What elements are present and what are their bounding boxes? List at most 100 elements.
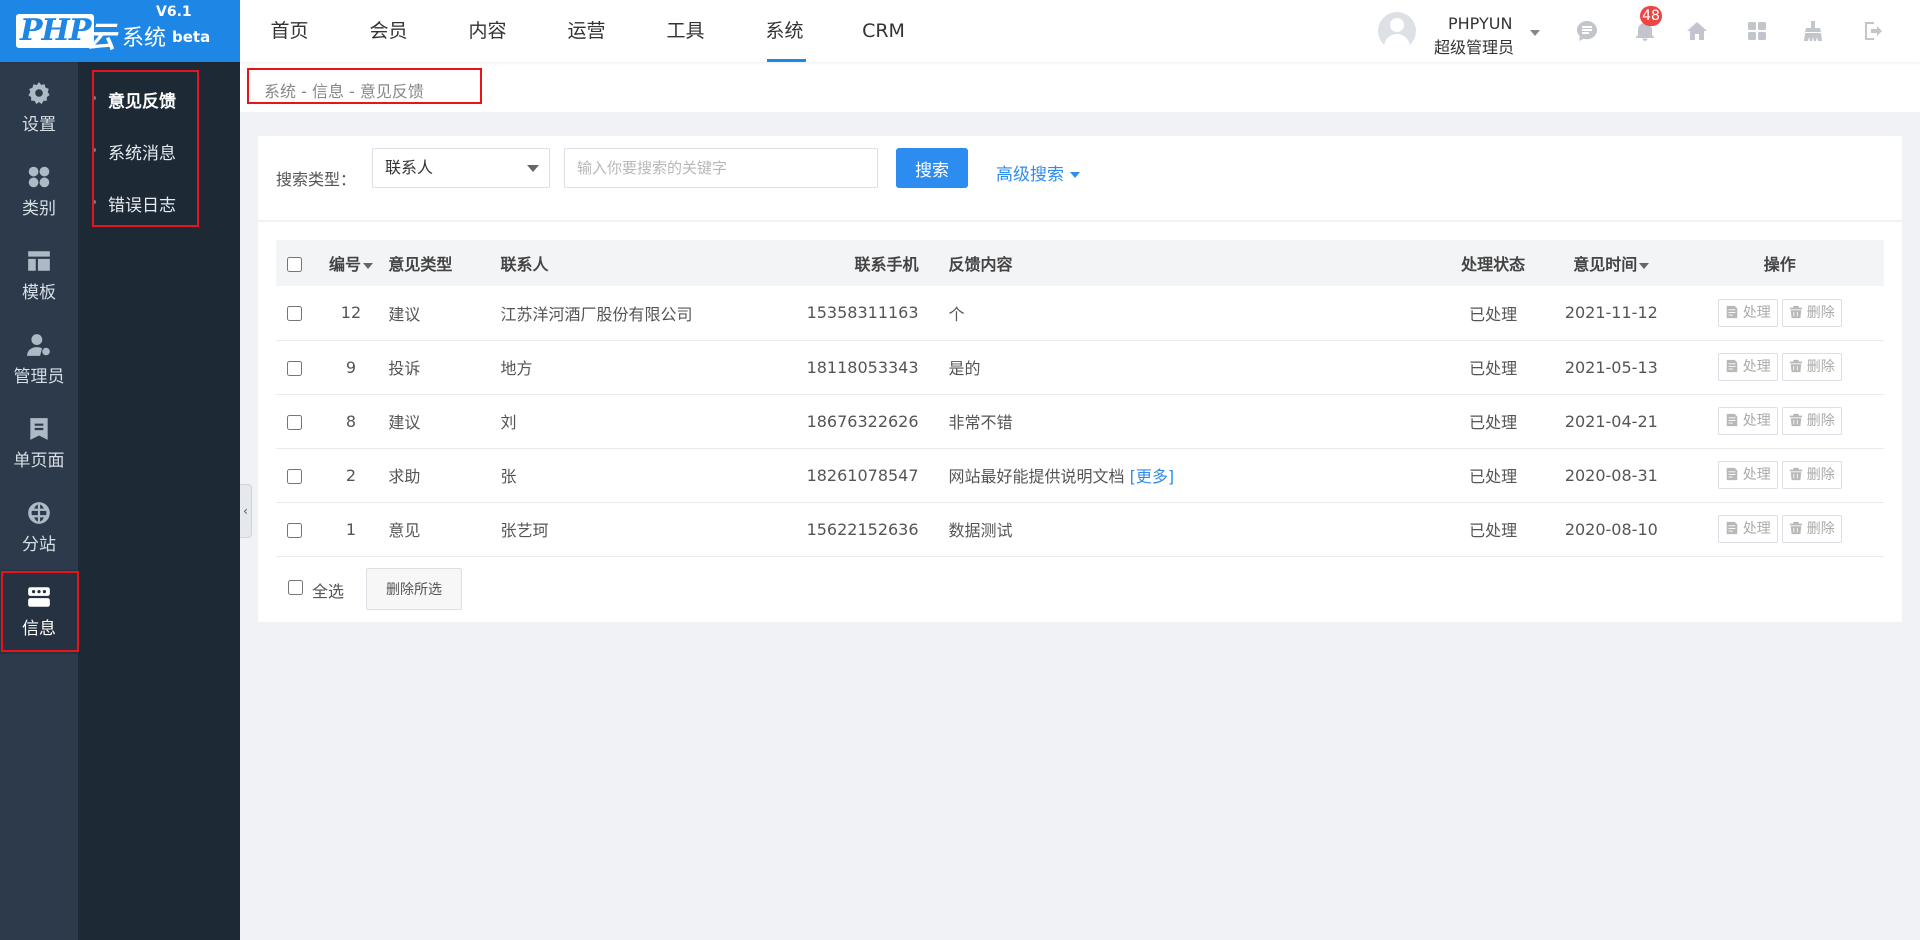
row-checkbox[interactable]	[287, 522, 303, 538]
advanced-search-toggle[interactable]: 高级搜索	[996, 160, 1080, 185]
cell-type: 求助	[388, 448, 501, 503]
avatar[interactable]	[1378, 12, 1416, 50]
subnav-item-error-log[interactable]: 错误日志	[108, 191, 176, 216]
cell-status: 已处理	[1439, 286, 1548, 341]
row-checkbox[interactable]	[287, 468, 303, 484]
more-link[interactable]: [更多]	[1130, 467, 1175, 486]
process-label: 处理	[1742, 467, 1771, 483]
delete-label: 删除	[1806, 413, 1835, 429]
trash-icon	[1789, 521, 1807, 537]
process-button[interactable]: 处理	[1717, 353, 1778, 381]
category-icon	[26, 164, 52, 190]
collapse-sidebar-toggle[interactable]: ‹	[240, 484, 252, 538]
subnav-item-system-message[interactable]: 系统消息	[108, 139, 176, 164]
cell-status: 已处理	[1439, 394, 1548, 449]
row-checkbox[interactable]	[287, 414, 303, 430]
select-all-checkbox[interactable]	[288, 580, 303, 595]
header-id[interactable]: 编号	[313, 240, 389, 286]
delete-button[interactable]: 删除	[1781, 515, 1842, 543]
search-button[interactable]: 搜索	[896, 148, 968, 188]
logo[interactable]: PHP 云 系统 V6.1 beta	[0, 0, 240, 62]
message-icon[interactable]	[1574, 18, 1600, 44]
edit-icon	[1725, 359, 1743, 375]
subnav-item-feedback[interactable]: 意见反馈	[108, 87, 176, 112]
delete-button[interactable]: 删除	[1781, 298, 1842, 327]
sort-icon[interactable]	[362, 262, 373, 269]
row-checkbox[interactable]	[287, 306, 303, 322]
sidebar-item-settings[interactable]: 设置	[0, 66, 78, 150]
sidebar-item-category[interactable]: 类别	[0, 150, 78, 234]
cell-id: 2	[313, 448, 389, 503]
cell-type: 建议	[388, 286, 501, 341]
content-text: 数据测试	[948, 521, 1013, 540]
process-button[interactable]: 处理	[1717, 515, 1778, 543]
home-icon[interactable]	[1684, 18, 1710, 44]
process-button[interactable]: 处理	[1717, 461, 1778, 489]
nav-member[interactable]: 会员	[339, 0, 438, 62]
sidebar-label: 分站	[22, 535, 56, 555]
template-icon	[26, 248, 52, 274]
top-bar: PHP 云 系统 V6.1 beta 首页 会员 内容 运营 工具 系统 CRM…	[0, 0, 1920, 62]
cell-contact: 张	[500, 448, 807, 503]
delete-button[interactable]: 删除	[1781, 353, 1842, 381]
header-time[interactable]: 意见时间	[1547, 240, 1676, 286]
page-icon	[26, 416, 52, 442]
nav-home[interactable]: 首页	[240, 0, 339, 62]
sidebar-label: 设置	[22, 115, 56, 135]
cell-id: 12	[313, 286, 389, 341]
sidebar-item-substation[interactable]: 分站	[0, 486, 78, 570]
delete-label: 删除	[1806, 521, 1835, 537]
nav-system[interactable]: 系统	[735, 0, 834, 62]
cell-ops: 处理 删除	[1675, 286, 1884, 341]
cell-content: 是的	[948, 340, 1440, 395]
edit-icon	[1725, 413, 1743, 429]
admin-icon	[26, 332, 52, 358]
select-all-label[interactable]: 全选	[312, 578, 344, 602]
cell-time: 2020-08-10	[1547, 502, 1676, 557]
table-row: 8 建议刘 18676322626 非常不错 已处理 2021-04-21 处理 删除	[276, 394, 1884, 449]
chevron-down-icon[interactable]	[1530, 30, 1540, 36]
chevron-down-icon	[527, 165, 539, 172]
process-button[interactable]: 处理	[1717, 407, 1778, 435]
cell-content: 个	[948, 286, 1440, 341]
sidebar-item-info[interactable]: 信息	[0, 570, 78, 654]
cell-type: 投诉	[388, 340, 501, 395]
delete-selected-button[interactable]: 删除所选	[366, 568, 462, 610]
row-checkbox[interactable]	[287, 360, 303, 376]
broom-icon[interactable]	[1800, 18, 1826, 44]
sort-icon[interactable]	[1639, 262, 1650, 269]
search-input[interactable]	[564, 148, 878, 188]
row-checkbox-cell	[276, 394, 314, 449]
user-menu[interactable]: PHPYUN 超级管理员	[1378, 10, 1540, 57]
feedback-table: 编号 意见类型 联系人 联系手机 反馈内容 处理状态 意见时间 操作 12 建议江…	[276, 240, 1884, 557]
process-button[interactable]: 处理	[1717, 298, 1778, 327]
cell-time: 2021-04-21	[1547, 394, 1676, 449]
cell-status: 已处理	[1439, 448, 1548, 503]
advanced-search-label: 高级搜索	[996, 165, 1064, 185]
sidebar-item-template[interactable]: 模板	[0, 234, 78, 318]
nav-crm[interactable]: CRM	[834, 0, 933, 62]
breadcrumb-bar: 系统 - 信息 - 意见反馈	[240, 62, 1920, 112]
process-label: 处理	[1742, 413, 1771, 429]
nav-tools[interactable]: 工具	[636, 0, 735, 62]
logo-beta: beta	[172, 28, 211, 46]
cell-ops: 处理 删除	[1675, 340, 1884, 395]
cell-content: 网站最好能提供说明文档 [更多]	[948, 448, 1440, 503]
nav-content[interactable]: 内容	[438, 0, 537, 62]
cell-ops: 处理 删除	[1675, 448, 1884, 503]
cell-contact: 张艺珂	[500, 502, 807, 557]
cell-phone: 15622152636	[806, 502, 949, 557]
delete-button[interactable]: 删除	[1781, 407, 1842, 435]
logout-icon[interactable]	[1860, 18, 1886, 44]
sidebar-item-page[interactable]: 单页面	[0, 402, 78, 486]
delete-button[interactable]: 删除	[1781, 461, 1842, 489]
search-type-select[interactable]: 联系人	[372, 148, 550, 188]
nav-operation[interactable]: 运营	[537, 0, 636, 62]
row-checkbox-cell	[276, 340, 314, 395]
sidebar-item-admin[interactable]: 管理员	[0, 318, 78, 402]
header-time-label: 意见时间	[1573, 255, 1638, 274]
apps-icon[interactable]	[1744, 18, 1770, 44]
header-select-all-checkbox[interactable]	[287, 256, 303, 272]
bullet-icon	[92, 200, 96, 204]
cell-time: 2021-11-12	[1547, 286, 1676, 341]
